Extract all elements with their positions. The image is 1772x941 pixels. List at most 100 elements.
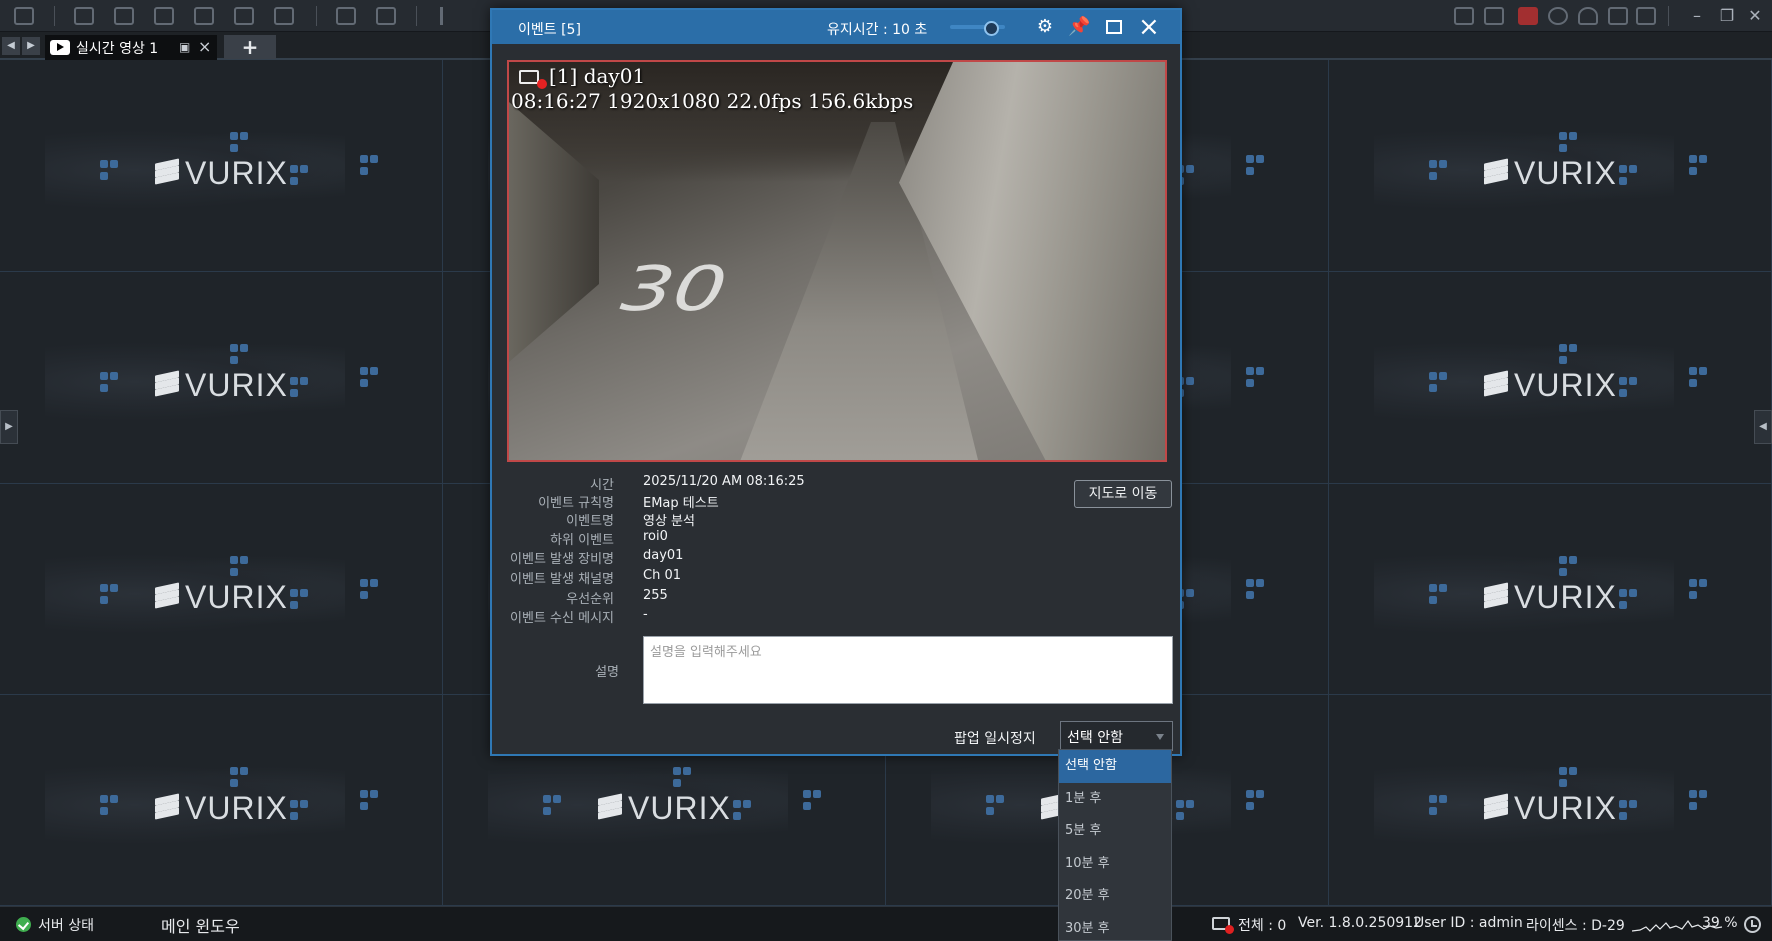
pause-option[interactable]: 5분 후: [1059, 815, 1171, 848]
layout-icon[interactable]: [194, 7, 214, 25]
toolbar-divider: [1668, 6, 1669, 26]
map-marker-icon: [1619, 589, 1627, 597]
map-marker-icon: [673, 767, 681, 775]
map-marker-icon: [1176, 800, 1184, 808]
map-marker-icon: [100, 160, 108, 168]
map-marker-icon: [290, 800, 298, 808]
pause-option[interactable]: 30분 후: [1059, 913, 1171, 941]
right-panel-toggle[interactable]: ◀: [1754, 410, 1772, 444]
add-tab-button[interactable]: +: [224, 35, 276, 59]
logo-text: VURIX: [1514, 579, 1617, 615]
user-id-text: User ID : admin: [1414, 915, 1523, 931]
grid-icon[interactable]: [14, 7, 34, 25]
event-count-icon[interactable]: [1212, 917, 1234, 934]
face-search-icon[interactable]: [234, 7, 254, 25]
map-marker-icon: [360, 155, 368, 163]
globe-search-icon[interactable]: [274, 7, 294, 25]
video-cell[interactable]: VURIX: [1329, 272, 1772, 484]
fullscreen-icon[interactable]: [1636, 7, 1656, 25]
restore-icon[interactable]: ❐: [1716, 6, 1738, 26]
move-icon[interactable]: [1608, 7, 1628, 25]
map-marker-icon: [1246, 790, 1254, 798]
pause-option[interactable]: 1분 후: [1059, 783, 1171, 816]
prev-icon[interactable]: [440, 7, 452, 25]
left-panel-toggle[interactable]: ▶: [0, 410, 18, 444]
event-video[interactable]: 30 [1] day01 08:16:27 1920x1080 22.0fps …: [507, 60, 1167, 462]
logo-text: VURIX: [1514, 790, 1617, 826]
detail-value: EMap 테스트: [643, 496, 719, 511]
detail-value: roi0: [643, 529, 668, 544]
map-marker-icon: [1559, 344, 1567, 352]
map-marker-icon: [360, 579, 368, 587]
maximize-icon[interactable]: [1106, 20, 1122, 34]
server-status[interactable]: 서버 상태: [38, 915, 94, 935]
map-marker-icon: [1689, 367, 1697, 375]
map-marker-icon: [733, 800, 741, 808]
map-marker-icon: [1619, 165, 1627, 173]
event-list-icon[interactable]: [1484, 7, 1504, 25]
video-cell[interactable]: VURIX: [0, 484, 443, 695]
dialog-title: 이벤트 [5]: [518, 22, 581, 38]
tab-prev-button[interactable]: ◀: [2, 37, 20, 55]
pause-option[interactable]: 10분 후: [1059, 848, 1171, 881]
video-cell[interactable]: VURIX: [1329, 484, 1772, 695]
video-cell[interactable]: VURIX: [1329, 695, 1772, 906]
layers-icon: [1484, 370, 1508, 397]
add-monitor-icon[interactable]: [376, 7, 396, 25]
map-marker-icon: [1246, 579, 1254, 587]
layers-icon: [1484, 793, 1508, 820]
logo-text: VURIX: [185, 579, 288, 615]
video-cell[interactable]: VURIX: [0, 272, 443, 484]
detail-label: 이벤트 수신 메시지: [510, 611, 614, 626]
settings-icon[interactable]: [1548, 7, 1568, 25]
tab-popout-icon[interactable]: ▣: [179, 40, 190, 54]
go-to-map-button[interactable]: 지도로 이동: [1074, 480, 1172, 508]
tab-label: 실시간 영상 1: [76, 41, 159, 57]
monitor-icon[interactable]: [336, 7, 356, 25]
tab-close-icon[interactable]: ×: [198, 37, 211, 56]
user-icon[interactable]: [1578, 7, 1598, 25]
map-marker-icon: [803, 790, 811, 798]
dialog-titlebar[interactable]: 이벤트 [5] 유지시간 : 10 초 ⚙ 📌 ×: [492, 10, 1180, 44]
video-cell[interactable]: VURIX: [1329, 60, 1772, 272]
hold-time-slider-knob[interactable]: [984, 21, 1000, 36]
description-input[interactable]: [643, 636, 1173, 704]
logo-text: VURIX: [185, 155, 288, 191]
gear-icon[interactable]: ⚙: [1034, 17, 1056, 37]
search-video-icon[interactable]: [114, 7, 134, 25]
pause-option[interactable]: 20분 후: [1059, 880, 1171, 913]
layers-icon: [1484, 582, 1508, 609]
close-icon[interactable]: ✕: [1744, 6, 1766, 26]
live-video-icon[interactable]: [74, 7, 94, 25]
camera-icon: [519, 70, 539, 84]
map-marker-icon: [1689, 579, 1697, 587]
map-marker-icon: [1246, 367, 1254, 375]
lpr-icon[interactable]: [154, 7, 174, 25]
map-marker-icon: [360, 367, 368, 375]
logo-text: VURIX: [185, 367, 288, 403]
logo-text: VURIX: [628, 790, 731, 826]
tab-next-button[interactable]: ▶: [22, 37, 40, 55]
alarm-icon[interactable]: [1518, 7, 1538, 25]
video-cell[interactable]: VURIX: [0, 695, 443, 906]
detail-value: 255: [643, 588, 668, 603]
clock-icon[interactable]: [1744, 916, 1761, 933]
toolbar-divider: [54, 6, 55, 26]
map-marker-icon: [1559, 556, 1567, 564]
tab-live-video-1[interactable]: 실시간 영상 1 ▣ ×: [45, 35, 217, 60]
popup-pause-label: 팝업 일시정지: [954, 731, 1036, 747]
minimize-icon[interactable]: –: [1686, 6, 1708, 26]
chat-icon[interactable]: [1454, 7, 1474, 25]
video-cell[interactable]: VURIX: [0, 60, 443, 272]
map-marker-icon: [290, 589, 298, 597]
pin-icon[interactable]: 📌: [1068, 17, 1090, 37]
popup-pause-select[interactable]: 선택 안함: [1060, 721, 1173, 751]
pause-option[interactable]: 선택 안함: [1059, 750, 1171, 783]
map-marker-icon: [360, 790, 368, 798]
popup-pause-value: 선택 안함: [1067, 730, 1123, 746]
license-text: 라이센스 : D-29: [1526, 918, 1625, 934]
event-detail-row: 이벤트명 영상 분석: [492, 510, 1180, 529]
map-marker-icon: [986, 795, 994, 803]
detail-label: 이벤트 발생 장비명: [510, 552, 614, 567]
close-dialog-icon[interactable]: ×: [1138, 12, 1160, 42]
